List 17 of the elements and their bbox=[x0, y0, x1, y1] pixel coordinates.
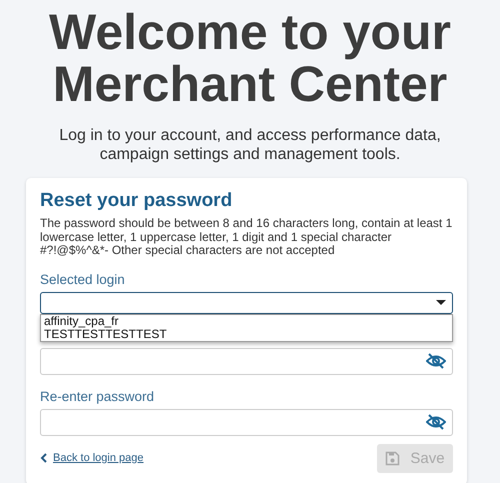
subtitle: Log in to your account, and access performance data, campaign settings and management tools. bbox=[58, 126, 442, 164]
password-field[interactable] bbox=[40, 348, 453, 374]
back-link[interactable]: Back to login page bbox=[53, 452, 144, 464]
chevron-left-icon[interactable] bbox=[40, 453, 47, 463]
hidden-eye-icon[interactable] bbox=[426, 414, 446, 430]
field-label: Re-enter password bbox=[40, 388, 156, 404]
password-rules: The password should be between 8 and 16 characters long, contain at least 1 lowercase letter, 1 uppercase letter, 1 digit and 1 special character #?!@$%^&*- Other special characters are not accepted bbox=[40, 217, 453, 258]
caret-icon bbox=[436, 300, 446, 305]
page-title: Merchant Center bbox=[52, 58, 448, 110]
login-dropdown[interactable] bbox=[40, 292, 453, 314]
dropdown-option[interactable]: affinity_cpa_fr bbox=[41, 314, 452, 328]
page-title: Welcome to your bbox=[48, 6, 452, 58]
password-field[interactable] bbox=[40, 408, 453, 436]
dropdown-option[interactable]: TESTTESTTESTTEST bbox=[41, 328, 452, 340]
form-title: Reset your password bbox=[40, 190, 234, 212]
hidden-eye-icon[interactable] bbox=[426, 353, 446, 369]
field-label: Selected login bbox=[40, 272, 126, 288]
